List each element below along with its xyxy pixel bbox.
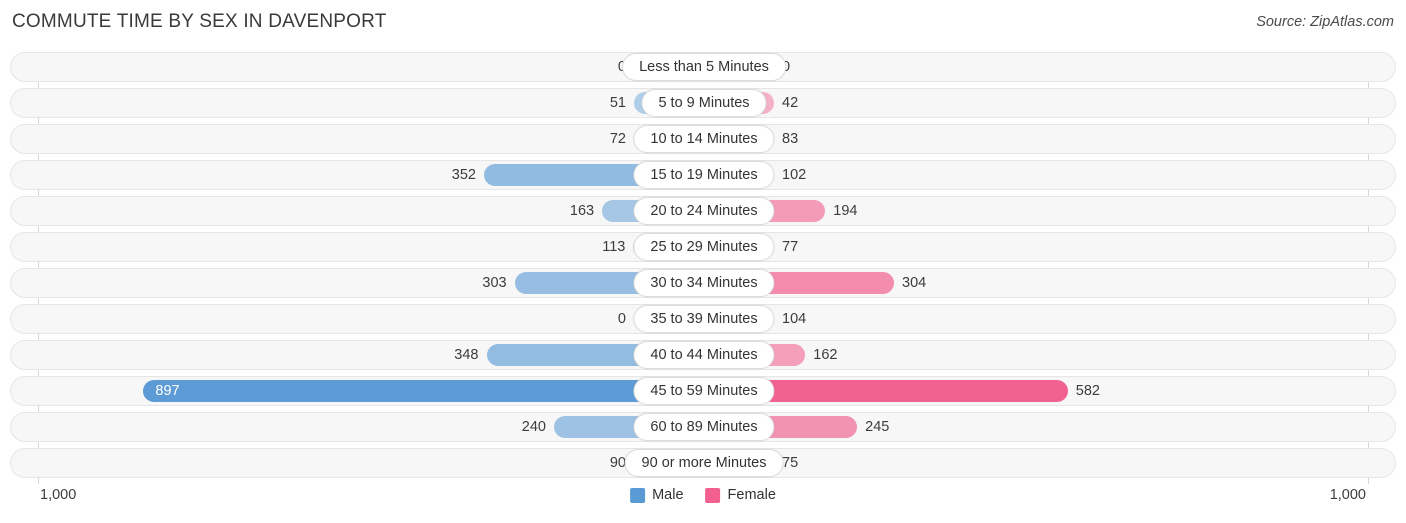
bar-group: 348 162 40 to 44 Minutes	[11, 341, 1397, 369]
category-pill[interactable]: 35 to 39 Minutes	[633, 305, 775, 333]
chart-row: 72 83 10 to 14 Minutes	[10, 124, 1396, 154]
value-label-male: 72	[609, 131, 626, 147]
chart-row: 352 102 15 to 19 Minutes	[10, 160, 1396, 190]
bar-group: 90 75 90 or more Minutes	[11, 449, 1397, 477]
legend-label: Female	[727, 487, 776, 503]
bar-group: 113 77 25 to 29 Minutes	[11, 233, 1397, 261]
bar-group: 303 304 30 to 34 Minutes	[11, 269, 1397, 297]
chart-row: 51 42 5 to 9 Minutes	[10, 88, 1396, 118]
category-pill[interactable]: 5 to 9 Minutes	[641, 89, 767, 117]
chart-footer: 1,000 1,000 Male Female	[0, 479, 1406, 523]
legend-item[interactable]: Female	[705, 487, 776, 503]
legend-label: Male	[652, 487, 684, 503]
legend-swatch	[630, 487, 646, 503]
value-label-female: 75	[782, 455, 799, 471]
value-label-female: 245	[865, 419, 890, 435]
value-label-male: 90	[609, 455, 626, 471]
value-label-male: 0	[572, 57, 626, 77]
chart-header: COMMUTE TIME BY SEX IN DAVENPORT Source:…	[0, 0, 1406, 46]
value-label-male: 897	[155, 383, 180, 399]
value-label-male: 163	[569, 203, 595, 219]
bar-group: 897 582 45 to 59 Minutes	[11, 377, 1397, 405]
axis-label-left: 1,000	[40, 487, 77, 503]
category-pill[interactable]: 25 to 29 Minutes	[633, 233, 775, 261]
value-label-male: 0	[617, 311, 626, 327]
chart-row: 0 104 35 to 39 Minutes	[10, 304, 1396, 334]
chart-legend: Male Female	[630, 487, 776, 503]
chart-row: 303 304 30 to 34 Minutes	[10, 268, 1396, 298]
category-pill[interactable]: 40 to 44 Minutes	[633, 341, 775, 369]
chart-row: 348 162 40 to 44 Minutes	[10, 340, 1396, 370]
value-label-male: 240	[521, 419, 546, 435]
chart-plot-area: 00Less than 5 Minutes51425 to 9 Minutes7…	[0, 46, 1406, 484]
bar-male[interactable]	[143, 380, 704, 402]
category-pill[interactable]: 15 to 19 Minutes	[633, 161, 775, 189]
chart-row: 90 75 90 or more Minutes	[10, 448, 1396, 478]
value-label-male: 51	[609, 95, 626, 111]
value-label-female: 42	[782, 95, 799, 111]
chart-row: 240 245 60 to 89 Minutes	[10, 412, 1396, 442]
category-pill[interactable]: Less than 5 Minutes	[622, 53, 786, 81]
category-pill[interactable]: 45 to 59 Minutes	[633, 377, 775, 405]
category-pill[interactable]: 30 to 34 Minutes	[633, 269, 775, 297]
value-label-female: 102	[782, 167, 807, 183]
value-label-female: 162	[813, 347, 838, 363]
value-label-female: 104	[782, 311, 807, 327]
category-pill[interactable]: 20 to 24 Minutes	[633, 197, 775, 225]
value-label-female: 194	[833, 203, 858, 219]
chart-page: COMMUTE TIME BY SEX IN DAVENPORT Source:…	[0, 0, 1406, 523]
value-label-female: 83	[782, 131, 799, 147]
bar-group: 51 42 5 to 9 Minutes	[11, 89, 1397, 117]
value-label-male: 348	[454, 347, 479, 363]
value-label-male: 352	[451, 167, 476, 183]
bar-group: 352 102 15 to 19 Minutes	[11, 161, 1397, 189]
category-pill[interactable]: 10 to 14 Minutes	[633, 125, 775, 153]
chart-row: 113 77 25 to 29 Minutes	[10, 232, 1396, 262]
bar-group: 72 83 10 to 14 Minutes	[11, 125, 1397, 153]
bar-group: 163 194 20 to 24 Minutes	[11, 197, 1397, 225]
value-label-male: 113	[602, 239, 626, 255]
axis-label-right: 1,000	[1329, 487, 1366, 503]
category-pill[interactable]: 90 or more Minutes	[624, 449, 784, 477]
bar-group: 00Less than 5 Minutes	[11, 53, 1397, 81]
bar-group: 240 245 60 to 89 Minutes	[11, 413, 1397, 441]
value-label-male: 303	[482, 275, 507, 291]
legend-item[interactable]: Male	[630, 487, 684, 503]
chart-row: 163 194 20 to 24 Minutes	[10, 196, 1396, 226]
chart-row: 00Less than 5 Minutes	[10, 52, 1396, 82]
bar-group: 0 104 35 to 39 Minutes	[11, 305, 1397, 333]
chart-row: 897 582 45 to 59 Minutes	[10, 376, 1396, 406]
category-pill[interactable]: 60 to 89 Minutes	[633, 413, 775, 441]
source-attribution: Source: ZipAtlas.com	[1256, 14, 1394, 30]
page-title: COMMUTE TIME BY SEX IN DAVENPORT	[12, 11, 387, 32]
legend-swatch	[705, 487, 721, 503]
value-label-female: 304	[902, 275, 927, 291]
value-label-female: 582	[1075, 383, 1100, 399]
value-label-female: 77	[782, 239, 799, 255]
